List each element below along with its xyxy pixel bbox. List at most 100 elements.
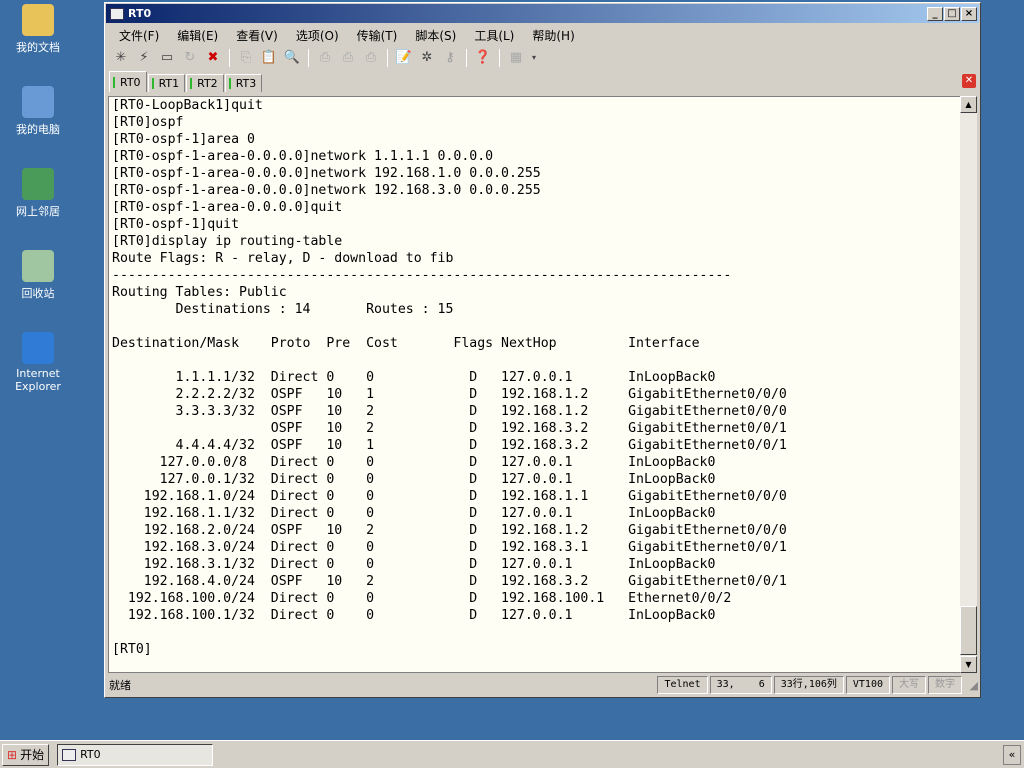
tab-label: RT0 [120,75,141,89]
menu-transfer[interactable]: 传输(T) [349,27,406,44]
close-button[interactable]: × [961,6,977,21]
terminal-line: 192.168.3.1/32 Direct 0 0 D 127.0.0.1 In… [112,557,716,572]
session-tabs: RT0 RT1 RT2 RT3 ✕ [105,70,980,92]
tab-label: RT2 [197,77,218,90]
sftp-icon[interactable]: ▦ [506,49,526,67]
menu-help[interactable]: 帮助(H) [524,27,582,44]
status-num: 数字 [928,676,962,694]
securecrt-window: RT0 _ □ × 文件(F) 编辑(E) 查看(V) 选项(O) 传输(T) … [104,2,981,698]
tab-rt2[interactable]: RT2 [186,74,224,92]
desktop-icon-image [22,168,54,200]
printer-icon[interactable]: ⎙ [361,49,381,67]
find-icon[interactable]: 🔍 [282,49,302,67]
windows-logo-icon: ⊞ [7,747,18,762]
tab-label: RT3 [235,77,257,90]
start-button[interactable]: ⊞ 开始 [2,743,50,766]
task-label: RT0 [80,748,101,761]
terminal-line: ----------------------------------------… [112,268,732,283]
minimize-button[interactable]: _ [927,6,943,21]
connected-indicator-icon [228,78,231,89]
maximize-button[interactable]: □ [944,6,960,21]
taskbar-item-rt0[interactable]: RT0 [57,743,214,766]
desktop-icon-label: Internet Explorer [15,367,61,393]
desktop-icon[interactable]: 我的文档 [4,4,72,55]
terminal-line: [RT0]ospf [112,115,184,130]
terminal-output[interactable]: [RT0-LoopBack1]quit [RT0]ospf [RT0-ospf-1]… [108,96,962,673]
menu-tools[interactable]: 工具(L) [466,27,522,44]
terminal-line: 3.3.3.3/32 OSPF 10 2 D 192.168.1.2 Gigab… [112,404,787,419]
window-title: RT0 [128,7,152,20]
terminal-text: [RT0-LoopBack1]quit [RT0]ospf [RT0-ospf-1]… [109,97,961,658]
terminal-line: 192.168.3.0/24 Direct 0 0 D 192.168.3.1 … [112,540,787,555]
toolbar-separator [308,49,309,67]
menu-view[interactable]: 查看(V) [228,27,286,44]
terminal-line: 4.4.4.4/32 OSPF 10 1 D 192.168.3.2 Gigab… [112,438,787,453]
connected-indicator-icon [113,76,115,88]
terminal-line: [RT0-ospf-1-area-0.0.0.0]network 1.1.1.1… [112,149,494,164]
desktop-icon-label: 回收站 [21,287,55,300]
tab-rt0[interactable]: RT0 [109,71,147,92]
terminal-line: [RT0]display ip routing-table [112,234,343,249]
status-ready: 就绪 [109,679,131,692]
toolbar-overflow-icon[interactable]: ▾ [529,49,539,67]
status-protocol: Telnet [657,676,708,694]
terminal-line: [RT0-ospf-1-area-0.0.0.0]network 192.168… [112,166,541,181]
menu-edit[interactable]: 编辑(E) [169,27,226,44]
desktop-icon[interactable]: 回收站 [4,250,72,301]
desktop-icon[interactable]: Internet Explorer [4,332,72,393]
terminal-line: Route Flags: R - relay, D - download to … [112,251,454,266]
tab-rt3[interactable]: RT3 [224,74,263,92]
toolbar-separator [387,49,388,67]
terminal-line: 1.1.1.1/32 Direct 0 0 D 127.0.0.1 InLoop… [112,370,716,385]
desktop-icon-image [22,86,54,118]
disconnect-icon[interactable]: ✖ [203,49,223,67]
paste-icon[interactable]: 📋 [259,49,279,67]
menu-bar: 文件(F) 编辑(E) 查看(V) 选项(O) 传输(T) 脚本(S) 工具(L… [105,24,980,46]
scroll-thumb[interactable] [960,606,977,655]
app-icon [110,7,124,20]
status-cursor: 33, 6 [709,676,772,694]
app-icon [62,748,77,761]
help-icon[interactable]: ❓ [473,49,493,67]
terminal-line: [RT0-ospf-1]area 0 [112,132,255,147]
scroll-down-icon[interactable]: ▼ [960,656,977,673]
print-selection-icon[interactable]: ⎙ [338,49,358,67]
desktop-icon[interactable]: 网上邻居 [4,168,72,219]
tab-rt1[interactable]: RT1 [147,74,186,92]
session-options-icon[interactable]: 📝 [394,49,414,67]
connect-tab-icon[interactable]: ▭ [157,49,177,67]
terminal-line: 192.168.1.1/32 Direct 0 0 D 127.0.0.1 In… [112,506,716,521]
reconnect-icon[interactable]: ↻ [180,49,200,67]
copy-icon[interactable]: ⎘ [236,49,256,67]
status-caps: 大写 [892,676,926,694]
start-label: 开始 [20,748,45,762]
desktop-icon[interactable]: 我的电脑 [4,86,72,137]
quick-connect-icon[interactable]: ⚡ [134,49,154,67]
taskbar: ⊞ 开始 RT0 « [0,740,1024,768]
terminal-line: Destinations : 14 Routes : 15 [112,302,454,317]
close-tab-icon[interactable]: ✕ [962,74,976,88]
desktop-icon-label: 我的文档 [16,41,60,54]
menu-file[interactable]: 文件(F) [111,27,167,44]
print-icon[interactable]: ⎙ [315,49,335,67]
terminal-line: [RT0-ospf-1]quit [112,217,240,232]
status-rowcol: 33行,106列 [773,676,844,694]
scroll-up-icon[interactable]: ▲ [960,96,977,113]
terminal-line: 192.168.1.0/24 Direct 0 0 D 192.168.1.1 … [112,489,787,504]
desktop-icon-image [22,4,54,36]
terminal-line: Routing Tables: Public [112,285,287,300]
global-options-icon[interactable]: ✲ [417,49,437,67]
menu-script[interactable]: 脚本(S) [407,27,464,44]
connected-indicator-icon [190,78,193,89]
tray-expand-button[interactable]: « [1003,744,1021,765]
resize-grip-icon[interactable]: ◢ [962,679,978,692]
connect-icon[interactable]: ✳ [111,49,131,67]
terminal-line: 192.168.4.0/24 OSPF 10 2 D 192.168.3.2 G… [112,574,787,589]
title-bar[interactable]: RT0 _ □ × [106,4,979,23]
status-bar: 就绪 Telnet 33, 6 33行,106列 VT100 大写 数字 ◢ [107,675,978,695]
menu-options[interactable]: 选项(O) [288,27,347,44]
key-icon[interactable]: ⚷ [440,49,460,67]
vertical-scrollbar[interactable]: ▲ ▼ [960,96,977,673]
